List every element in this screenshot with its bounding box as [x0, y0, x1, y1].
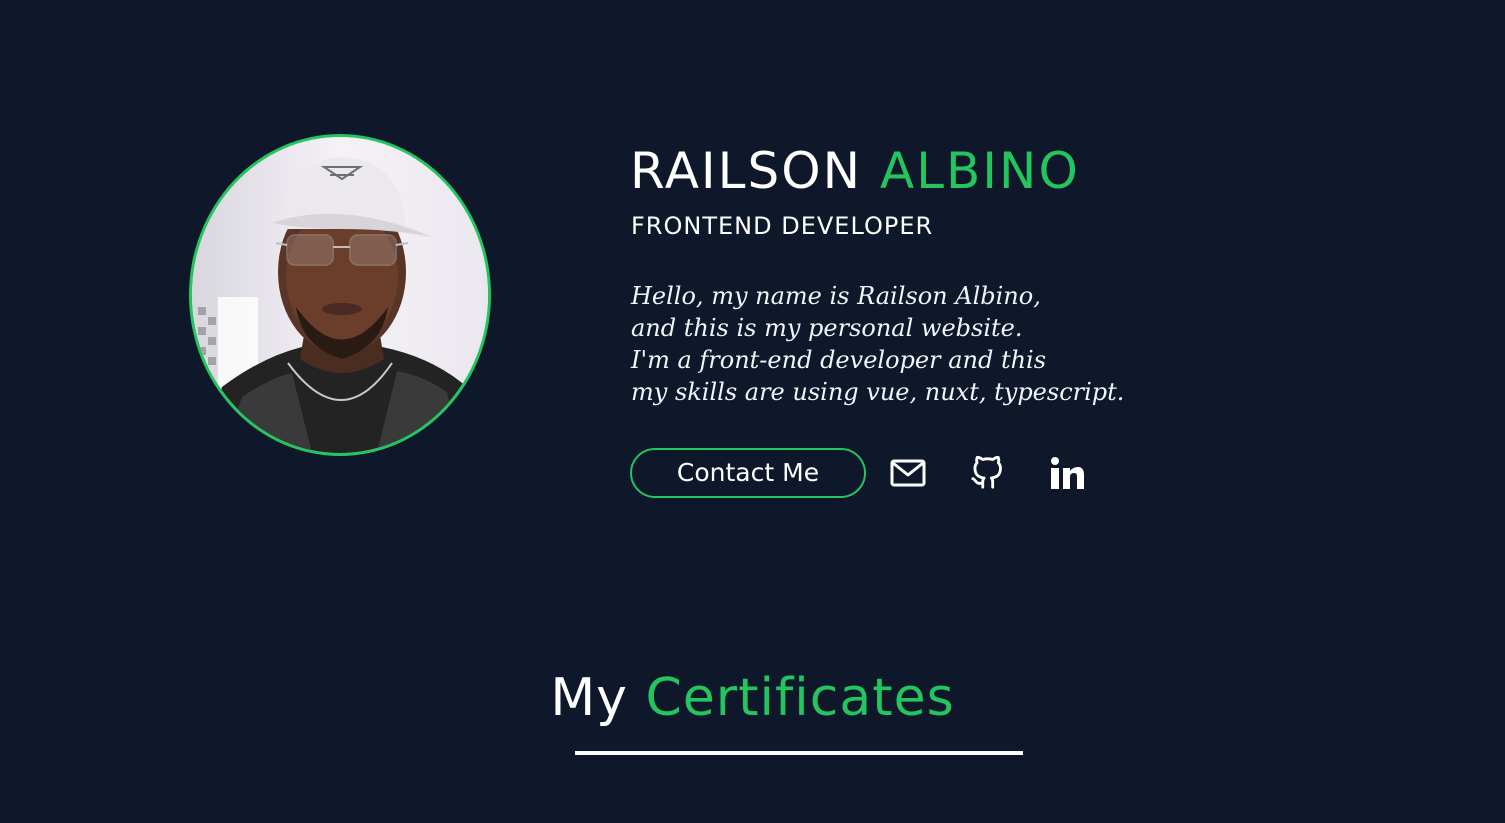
profile-first-name: RAILSON — [630, 142, 863, 200]
bio-line: my skills are using vue, nuxt, typescrip… — [631, 378, 1125, 406]
title-underline — [575, 751, 1023, 755]
profile-photo — [192, 137, 488, 453]
certificates-title-accent: Certificates — [645, 668, 955, 728]
mail-link[interactable] — [887, 452, 929, 494]
certificates-title: My Certificates — [0, 666, 1505, 730]
profile-name: RAILSON ALBINO — [630, 140, 1080, 202]
mail-icon — [890, 459, 926, 487]
linkedin-icon — [1051, 457, 1084, 489]
profile-last-name: ALBINO — [879, 142, 1080, 200]
github-icon — [971, 455, 1002, 489]
certificates-title-prefix: My — [550, 668, 628, 728]
profile-role: FRONTEND DEVELOPER — [631, 212, 934, 240]
contact-me-button[interactable]: Contact Me — [630, 448, 866, 498]
github-link[interactable] — [966, 452, 1008, 494]
bio-line: and this is my personal website. — [631, 314, 1023, 342]
bio-line: Hello, my name is Railson Albino, — [631, 282, 1041, 310]
profile-bio: Hello, my name is Railson Albino, and th… — [631, 280, 1124, 408]
profile-avatar — [189, 134, 491, 456]
linkedin-link[interactable] — [1046, 452, 1088, 494]
bio-line: I'm a front-end developer and this — [631, 346, 1047, 374]
